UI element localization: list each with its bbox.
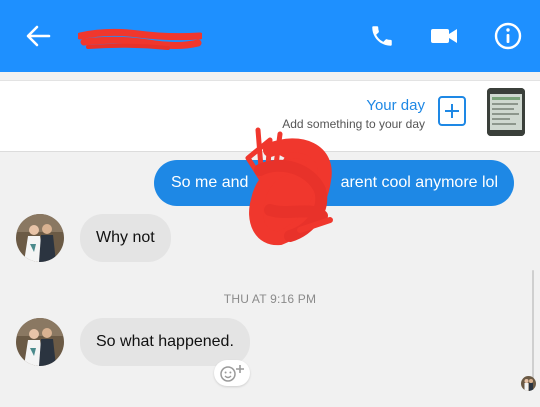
plus-icon bbox=[445, 104, 459, 118]
back-arrow-icon[interactable] bbox=[22, 20, 54, 52]
message-text-start: So me and bbox=[171, 174, 249, 191]
conversation-header bbox=[0, 0, 540, 72]
scrollbar[interactable] bbox=[532, 270, 534, 390]
message-timestamp: THU AT 9:16 PM bbox=[223, 292, 317, 306]
redaction-scribble bbox=[240, 120, 340, 250]
seen-indicator-avatar bbox=[521, 376, 536, 391]
message-text: Why not bbox=[96, 229, 155, 246]
day-thumbnail[interactable] bbox=[487, 88, 525, 136]
contact-avatar[interactable] bbox=[16, 214, 64, 262]
contact-name-redacted bbox=[76, 28, 204, 50]
contact-avatar[interactable] bbox=[16, 318, 64, 366]
incoming-message-bubble[interactable]: Why not bbox=[80, 214, 171, 262]
your-day-title: Your day bbox=[366, 97, 425, 114]
phone-icon[interactable] bbox=[366, 20, 398, 52]
info-icon[interactable] bbox=[492, 20, 524, 52]
message-text: So what happened. bbox=[96, 333, 234, 350]
video-camera-icon[interactable] bbox=[428, 20, 460, 52]
add-reaction-icon[interactable] bbox=[214, 360, 250, 386]
incoming-message-bubble[interactable]: So what happened. bbox=[80, 318, 250, 366]
add-to-day-button[interactable] bbox=[438, 96, 466, 126]
message-text-end: arent cool anymore lol bbox=[340, 174, 498, 191]
